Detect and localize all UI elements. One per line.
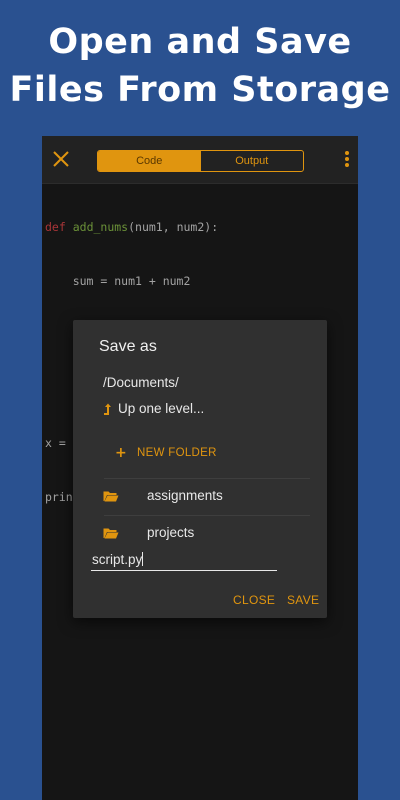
view-tabs: Code Output	[97, 150, 304, 172]
save-button[interactable]: SAVE	[287, 593, 319, 607]
filename-value: script.py	[92, 552, 143, 567]
filename-input[interactable]: script.py	[91, 552, 277, 571]
folder-name: assignments	[147, 488, 223, 503]
phone-screen: Code Output def add_nums(num1, num2): su…	[42, 136, 358, 800]
tab-output[interactable]: Output	[201, 151, 304, 171]
close-icon[interactable]	[50, 148, 72, 170]
close-button[interactable]: CLOSE	[233, 593, 275, 607]
folder-open-icon	[103, 491, 119, 501]
overflow-menu-icon[interactable]	[344, 151, 350, 169]
current-path: /Documents/	[103, 375, 179, 390]
tab-code[interactable]: Code	[98, 151, 201, 171]
save-as-dialog: Save as /Documents/ Up one level... + NE…	[73, 320, 327, 618]
banner-line-1: Open and Save	[48, 22, 352, 62]
divider	[104, 515, 310, 516]
folder-open-icon	[103, 528, 119, 538]
promo-banner: Open and Save Files From Storage	[0, 18, 400, 114]
text-cursor	[142, 552, 144, 566]
folder-item-projects[interactable]: projects	[103, 525, 194, 540]
plus-icon: +	[115, 445, 128, 461]
up-one-level-label: Up one level...	[118, 401, 205, 416]
new-folder-button[interactable]: + NEW FOLDER	[115, 445, 217, 461]
new-folder-label: NEW FOLDER	[137, 447, 217, 459]
app-bar: Code Output	[42, 136, 358, 184]
arrow-up-icon	[104, 403, 111, 415]
folder-item-assignments[interactable]: assignments	[103, 488, 223, 503]
dialog-title: Save as	[99, 338, 157, 355]
up-one-level-item[interactable]: Up one level...	[103, 401, 204, 416]
folder-name: projects	[147, 525, 195, 540]
banner-line-2: Files From Storage	[9, 70, 391, 110]
divider	[104, 478, 310, 479]
